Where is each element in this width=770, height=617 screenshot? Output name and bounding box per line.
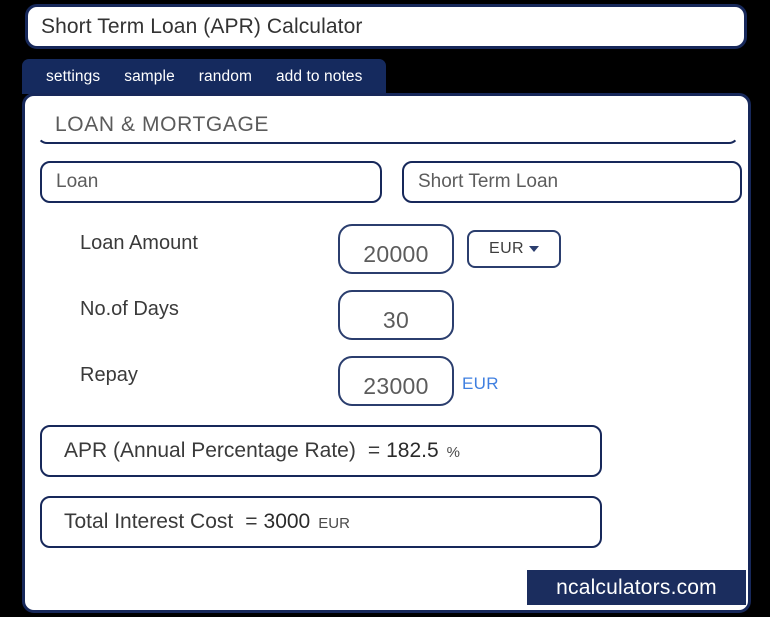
result-apr-equals: = xyxy=(367,439,381,462)
result-total-equals: = xyxy=(245,510,258,533)
tab-random[interactable]: random xyxy=(187,68,264,86)
number-of-days-value: 30 xyxy=(382,307,410,333)
loan-amount-label: Loan Amount xyxy=(80,232,198,254)
calculator-type-select[interactable]: Short Term Loan xyxy=(402,161,742,203)
calculator-panel: LOAN & MORTGAGE Loan Short Term Loan Loa… xyxy=(22,93,751,613)
tab-sample[interactable]: sample xyxy=(112,68,187,86)
repay-currency-unit: EUR xyxy=(462,374,499,393)
field-row-number-of-days: No.of Days 30 xyxy=(25,290,748,340)
result-apr-unit: % xyxy=(446,444,460,461)
page-title: Short Term Loan (APR) Calculator xyxy=(41,14,363,38)
tab-bar: settings sample random add to notes xyxy=(22,59,387,94)
section-header: LOAN & MORTGAGE xyxy=(37,106,739,144)
window-title-bar: Short Term Loan (APR) Calculator xyxy=(25,4,747,49)
tab-settings[interactable]: settings xyxy=(34,68,112,86)
result-apr-label: APR (Annual Percentage Rate) xyxy=(64,439,356,462)
result-apr-inner: APR (Annual Percentage Rate) = 182.5 % xyxy=(42,439,460,463)
calculator-type-select-value: Short Term Loan xyxy=(418,171,559,192)
result-total-value: 3000 xyxy=(263,510,311,533)
site-watermark: ncalculators.com xyxy=(527,570,746,605)
repay-input[interactable]: 23000 xyxy=(338,356,454,406)
number-of-days-input[interactable]: 30 xyxy=(338,290,454,340)
category-select[interactable]: Loan xyxy=(40,161,382,203)
result-total-inner: Total Interest Cost = 3000 EUR xyxy=(42,510,350,534)
result-total-interest-cost: Total Interest Cost = 3000 EUR xyxy=(40,496,602,548)
category-select-value: Loan xyxy=(56,171,99,192)
field-row-repay: Repay 23000 EUR xyxy=(25,356,748,406)
repay-value: 23000 xyxy=(363,373,429,399)
currency-select-value: EUR xyxy=(489,240,524,257)
site-watermark-text: ncalculators.com xyxy=(556,575,717,599)
repay-label: Repay xyxy=(80,364,138,386)
currency-select[interactable]: EUR xyxy=(467,230,561,268)
loan-amount-value: 20000 xyxy=(363,241,429,267)
result-apr-value: 182.5 xyxy=(386,439,439,462)
caret-down-icon xyxy=(528,246,539,252)
result-total-label: Total Interest Cost xyxy=(64,510,234,533)
loan-amount-input[interactable]: 20000 xyxy=(338,224,454,274)
result-apr: APR (Annual Percentage Rate) = 182.5 % xyxy=(40,425,602,477)
field-row-loan-amount: Loan Amount 20000 EUR xyxy=(25,224,748,274)
tab-add-to-notes[interactable]: add to notes xyxy=(264,68,375,86)
result-total-unit: EUR xyxy=(318,515,350,532)
section-header-label: LOAN & MORTGAGE xyxy=(55,113,269,136)
number-of-days-label: No.of Days xyxy=(80,298,179,320)
